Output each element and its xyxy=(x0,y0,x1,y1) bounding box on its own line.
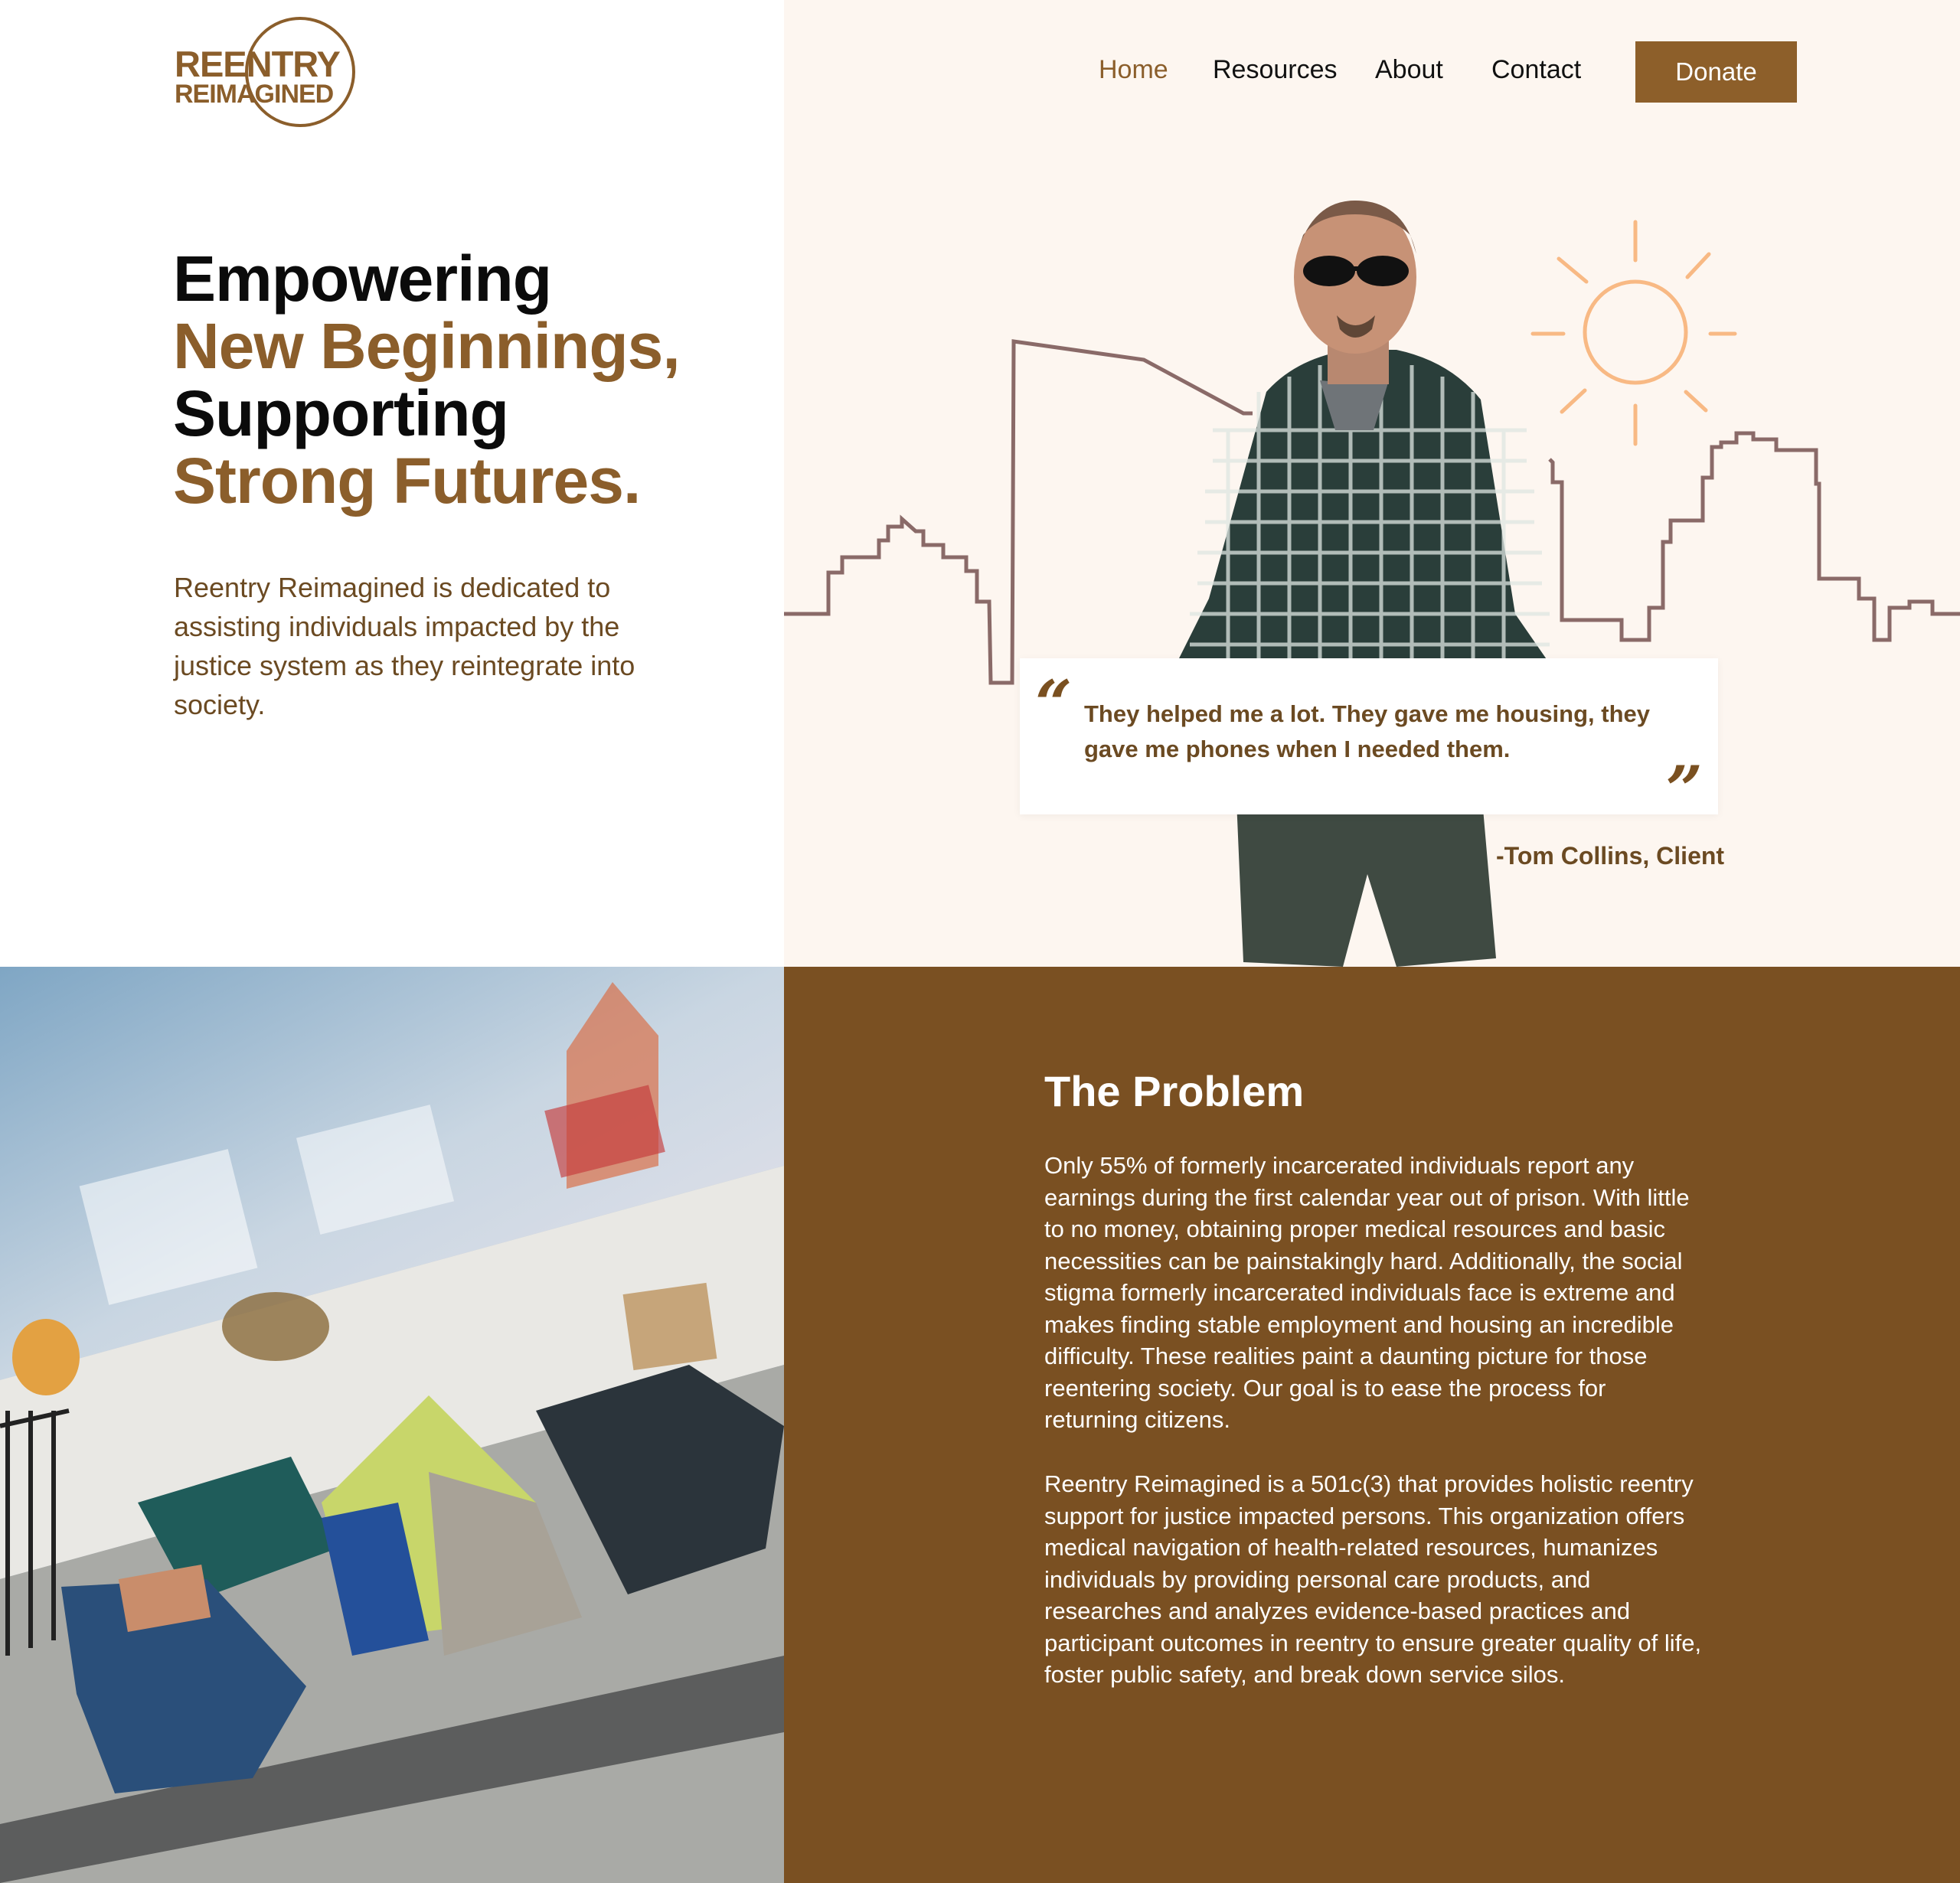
problem-paragraph-2: Reentry Reimagined is a 501c(3) that pro… xyxy=(1044,1470,1702,1688)
problem-title: The Problem xyxy=(1044,1067,1305,1115)
hero-intro-text: Reentry Reimagined is dedicated to assis… xyxy=(174,572,635,720)
headline-line-1: Empowering xyxy=(173,243,552,315)
headline-line-3: Supporting xyxy=(173,377,509,449)
problem-paragraph-1: Only 55% of formerly incarcerated indivi… xyxy=(1044,1152,1690,1433)
nav-resources[interactable]: Resources xyxy=(1213,55,1338,85)
logo-text-line2: REIMAGINED xyxy=(175,80,334,109)
problem-panel: The Problem Only 55% of formerly incarce… xyxy=(784,967,1960,1883)
testimonial-text: They helped me a lot. They gave me housi… xyxy=(1084,700,1651,762)
headline-line-2: New Beginnings, xyxy=(173,310,681,382)
hero-section: REENTRY REIMAGINED Home Resources About … xyxy=(0,0,1960,967)
quote-close-icon: ” xyxy=(1665,752,1703,827)
testimonial-author: -Tom Collins, Client xyxy=(1496,842,1725,870)
headline-line-4: Strong Futures. xyxy=(173,445,641,517)
testimonial-card: “ They helped me a lot. They gave me hou… xyxy=(1020,658,1718,822)
donate-button[interactable]: Donate xyxy=(1635,41,1797,103)
hero-headline: Empowering New Beginnings, Supporting St… xyxy=(173,245,755,514)
nav-about[interactable]: About xyxy=(1375,55,1443,85)
quote-open-icon: “ xyxy=(1035,666,1073,742)
logo-text-line1: REENTRY xyxy=(175,44,340,84)
mural-illustration xyxy=(0,967,784,1883)
site-logo[interactable]: REENTRY REIMAGINED xyxy=(172,15,359,129)
nav-contact[interactable]: Contact xyxy=(1491,55,1581,85)
hero-right-panel xyxy=(784,0,1960,967)
problem-section: The Problem Only 55% of formerly incarce… xyxy=(0,967,1960,1883)
nav-home[interactable]: Home xyxy=(1099,55,1168,85)
street-mural-photo xyxy=(0,967,784,1883)
logo-emblem: REENTRY REIMAGINED xyxy=(175,17,355,127)
